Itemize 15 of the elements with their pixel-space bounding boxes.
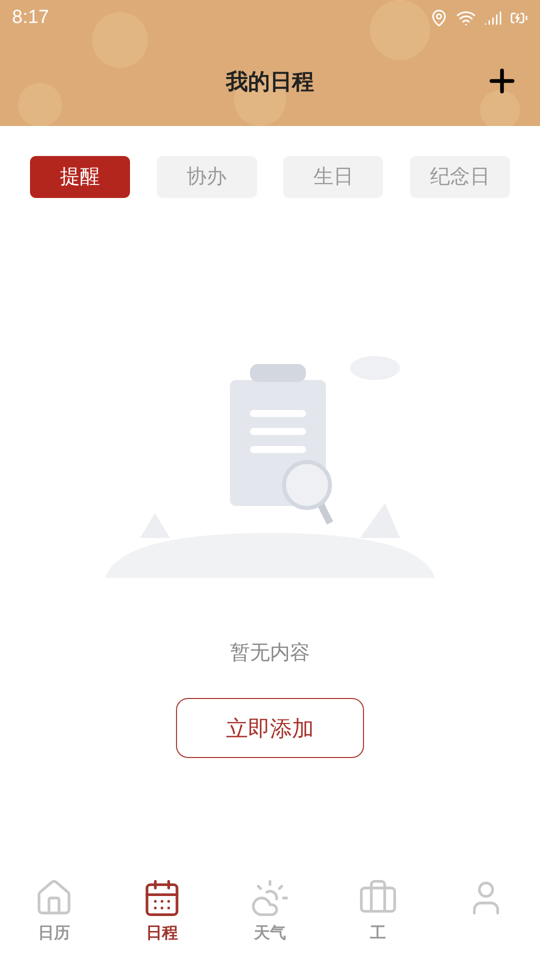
page-title: 我的日程 bbox=[226, 68, 314, 96]
weather-icon bbox=[250, 878, 290, 918]
nav-tab[interactable]: 日历 bbox=[14, 878, 94, 960]
nav-tab[interactable]: 天气 bbox=[230, 878, 310, 960]
category-tab[interactable]: 生日 bbox=[283, 156, 384, 198]
nav-tab[interactable]: 日程 bbox=[122, 878, 202, 960]
category-tab[interactable]: 协办 bbox=[156, 156, 257, 198]
category-tab[interactable]: 纪念日 bbox=[410, 156, 510, 198]
status-time: 8:17 bbox=[12, 6, 49, 30]
location-icon bbox=[430, 9, 448, 27]
category-tab[interactable]: 提醒 bbox=[30, 156, 130, 198]
add-now-button[interactable]: 立即添加 bbox=[176, 698, 364, 758]
signal-icon bbox=[484, 9, 502, 27]
nav-tab[interactable]: 工 bbox=[338, 878, 418, 960]
empty-message: 暂无内容 bbox=[230, 641, 310, 666]
